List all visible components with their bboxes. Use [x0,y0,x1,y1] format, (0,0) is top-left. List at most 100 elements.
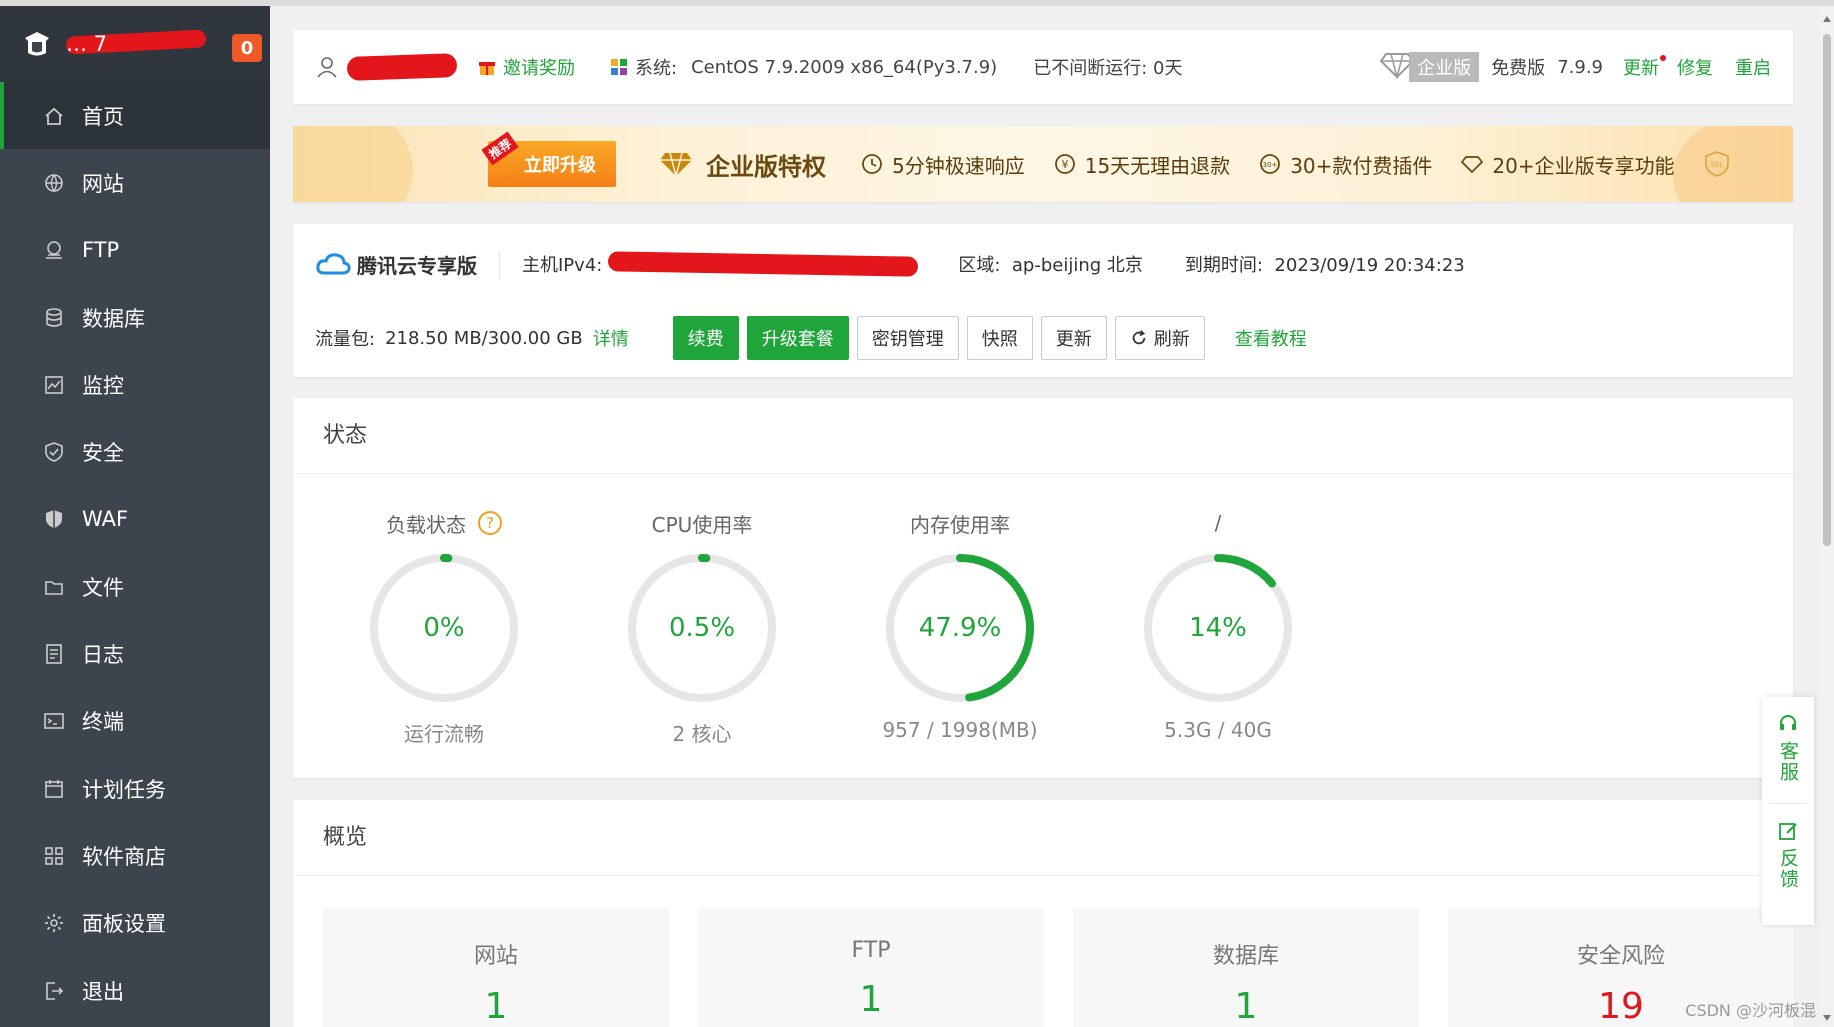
gauge-2: 内存使用率 47.9% 957 / 1998(MB) [831,508,1089,747]
gauge-subtext: 2 核心 [672,722,732,746]
logout-icon [42,979,66,1003]
overview-stat-title: FTP [851,938,891,963]
server-name: … 7 [65,29,246,59]
sidebar-item-label: 软件商店 [82,844,166,869]
customer-service-button[interactable]: 客服 [1777,697,1799,783]
uptime: 已不间断运行: 0天 [1033,58,1183,79]
overview-stat-card[interactable]: 数据库 1 [1073,908,1419,1027]
folder-icon [42,575,66,599]
region-info: 区域: ap-beijing 北京 [958,255,1143,276]
overview-stat-card[interactable]: FTP 1 [698,908,1044,1027]
gauge-label: 负载状态? [386,508,502,538]
update-button[interactable]: 更新 [1040,316,1107,360]
sidebar: … 7 0 首页 网站 FTP 数据库 监控安全 WAF 文件 日志终端计划任务软件商店面板设… [0,6,270,1027]
sidebar-item-0[interactable]: 首页 [0,82,270,150]
host-ipv4: 主机IPv4: [522,251,919,277]
enterprise-privilege-title: 企业版特权 [658,147,826,182]
restart-link[interactable]: 重启 [1735,54,1771,80]
overview-stat-title: 安全风险 [1576,944,1665,969]
gauge-label: / [1214,511,1222,535]
update-dot [1660,55,1666,61]
sidebar-item-2[interactable]: FTP [0,217,270,284]
gauge-subtext: 5.3G / 40G [1164,718,1272,742]
view-tutorial-link[interactable]: 查看教程 [1235,325,1307,351]
topbar-actions: 企业版 免费版 7.9.9 更新 修复 重启 [1379,51,1771,84]
gauge-value: 14% [1189,613,1247,643]
page-scrollbar[interactable] [1820,6,1834,1027]
overview-stat-value: 1 [859,979,883,1020]
sidebar-item-4[interactable]: 监控 [0,351,270,418]
sidebar-item-9[interactable]: 终端 [0,688,270,755]
gauge-ring[interactable]: 0.5% [622,548,782,708]
waf-shield-icon [42,507,66,531]
sidebar-item-6[interactable]: WAF [0,486,270,553]
sidebar-item-8[interactable]: 日志 [0,620,270,687]
diamond-outline-icon [1461,156,1484,174]
tencent-cloud-card: 腾讯云专享版 主机IPv4: 区域: ap-beijing 北京 到期时间: 2… [293,224,1793,377]
sidebar-item-10[interactable]: 计划任务 [0,755,270,822]
sidebar-item-13[interactable]: 退出 [0,957,270,1024]
sidebar-item-3[interactable]: 数据库 [0,284,270,351]
gauge-label: CPU使用率 [651,512,753,537]
repair-link[interactable]: 修复 [1677,54,1713,80]
overview-stat-title: 网站 [473,944,518,969]
watermark: CSDN @沙河板混 [1685,1001,1816,1020]
browser-top-edge [0,0,1834,6]
sidebar-item-7[interactable]: 文件 [0,553,270,620]
upgrade-now-button[interactable]: 推荐 立即升级 [481,131,616,187]
diamond-icon [660,152,692,178]
sidebar-item-1[interactable]: 网站 [0,149,270,216]
system-value: CentOS 7.9.2009 x86_64(Py3.7.9) [691,56,998,78]
gauge-ring[interactable]: 14% [1138,548,1298,708]
gauge-ring[interactable]: 0% [364,548,524,708]
svg-text:30+: 30+ [1263,161,1278,169]
free-edition-label: 免费版 [1491,58,1546,79]
feature-plugins: 30+ 30+款付费插件 [1258,150,1432,179]
gauge-1: CPU使用率 0.5% 2 核心 [573,508,831,747]
gauge-label: 内存使用率 [910,512,1010,537]
traffic-detail-link[interactable]: 详情 [593,325,629,351]
feature-refund: ¥ 15天无理由退款 [1053,150,1230,179]
sidebar-item-label: FTP [82,238,120,263]
snapshot-button[interactable]: 快照 [966,316,1033,360]
scroll-down-arrow[interactable] [1823,1015,1831,1021]
status-card: 状态 负载状态? 0% 运行流畅 CPU使用率 0.5% 2 核心 内存使用率 47.9% 95… [293,398,1793,778]
user-icon[interactable] [315,55,339,79]
overview-stat-card[interactable]: 网站 1 [323,908,669,1027]
sidebar-item-label: 终端 [82,710,124,735]
gear-icon [42,911,66,935]
edit-icon [1779,823,1797,840]
scroll-thumb[interactable] [1823,34,1831,546]
gauge-0: 负载状态? 0% 运行流畅 [315,508,573,747]
overview-stat-value: 1 [1234,986,1258,1027]
sidebar-item-12[interactable]: 面板设置 [0,890,270,957]
invite-reward-link[interactable]: 邀请奖励 [477,54,575,80]
recommend-tag: 推荐 [481,131,519,166]
overview-stat-title: 数据库 [1212,944,1279,969]
help-icon[interactable]: ? [478,511,502,535]
enterprise-badge[interactable]: 企业版 [1379,51,1480,84]
gift-icon [477,57,497,77]
key-management-button[interactable]: 密钥管理 [856,316,959,360]
cloud-icon [316,253,351,275]
calendar-icon [42,777,66,801]
sidebar-item-label: 退出 [82,979,124,1004]
scroll-up-arrow[interactable] [1823,16,1831,22]
sidebar-item-label: 安全 [82,441,124,466]
banner-decoration [293,126,413,202]
sidebar-item-label: 面板设置 [82,912,166,937]
gauge-3: / 14% 5.3G / 40G [1089,508,1347,747]
terminal-icon [42,709,66,733]
gauge-ring[interactable]: 47.9% [880,548,1040,708]
refund-icon: ¥ [1054,154,1075,174]
upgrade-plan-button[interactable]: 升级套餐 [746,316,849,360]
feedback-button[interactable]: 反馈 [1777,804,1799,890]
notification-badge[interactable]: 0 [232,34,262,62]
renew-button[interactable]: 续费 [672,316,739,360]
sidebar-item-5[interactable]: 安全 [0,418,270,485]
sidebar-item-11[interactable]: 软件商店 [0,822,270,889]
enterprise-promo-banner: 推荐 立即升级 企业版特权 5分钟极速响应 ¥ 15天无理由退款 30+ 30+… [293,126,1793,202]
update-link[interactable]: 更新 [1623,54,1666,80]
brand-header: … 7 0 [0,6,270,82]
refresh-button[interactable]: 刷新 [1114,316,1205,360]
